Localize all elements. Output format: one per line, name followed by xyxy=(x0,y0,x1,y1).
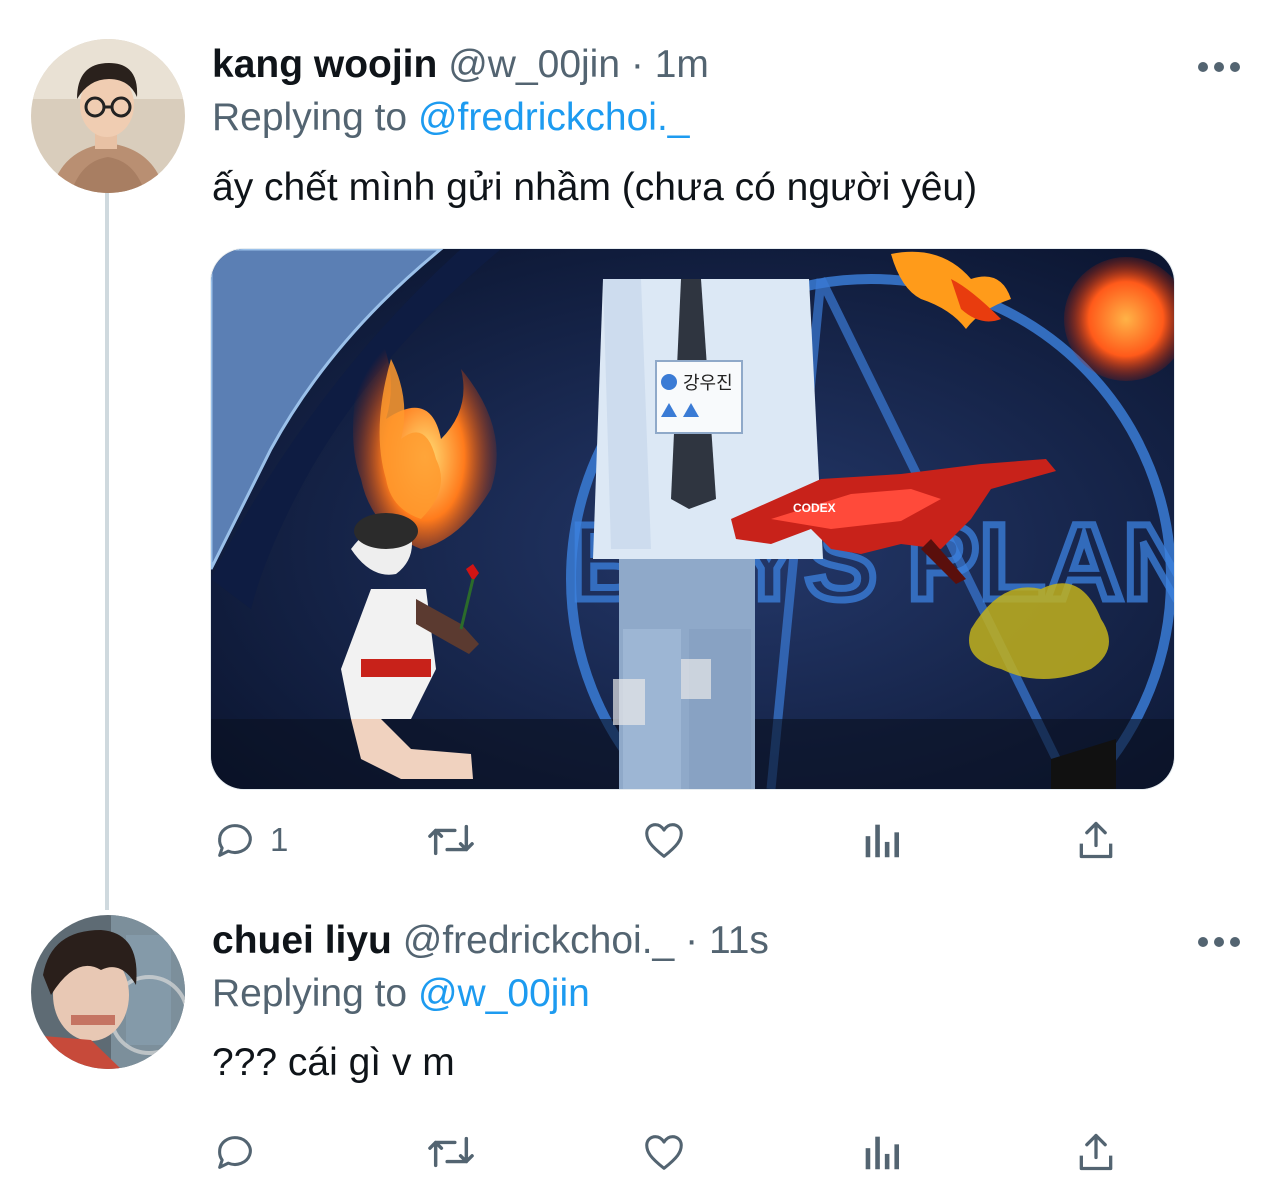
reply-button[interactable]: 1 xyxy=(212,815,288,865)
tweet-header: kang woojin @w_00jin · 1m xyxy=(212,43,709,87)
share-icon xyxy=(1079,1133,1113,1171)
tweet-kang-woojin[interactable]: kang woojin @w_00jin · 1m Replying to @f… xyxy=(0,0,1284,900)
retweet-icon xyxy=(428,824,474,856)
retweet-button[interactable] xyxy=(424,815,478,865)
like-icon xyxy=(645,823,683,858)
separator: · xyxy=(630,43,644,86)
reply-button[interactable] xyxy=(212,1127,270,1177)
tweet-text: ấy chết mình gửi nhầm (chưa có người yêu… xyxy=(212,166,978,209)
name-badge-text: 강우진 xyxy=(683,373,733,394)
user-handle[interactable]: @fredrickchoi._ xyxy=(403,919,675,962)
replying-to-line: Replying to @w_00jin xyxy=(212,972,590,1016)
replying-label: Replying to xyxy=(212,972,408,1015)
views-icon xyxy=(865,1136,900,1170)
views-button[interactable] xyxy=(860,1127,902,1177)
display-name[interactable]: kang woojin xyxy=(212,43,437,86)
reply-icon xyxy=(218,824,252,857)
tweet-actions xyxy=(212,1127,1162,1177)
replying-label: Replying to xyxy=(212,96,408,139)
avatar[interactable] xyxy=(31,915,185,1069)
retweet-icon xyxy=(428,1136,474,1168)
display-name[interactable]: chuei liyu xyxy=(212,919,392,962)
separator: · xyxy=(685,919,699,962)
avatar[interactable] xyxy=(31,39,185,193)
replying-to-mention[interactable]: @w_00jin xyxy=(418,972,590,1015)
replying-to-line: Replying to @fredrickchoi._ xyxy=(212,96,690,140)
replying-to-mention[interactable]: @fredrickchoi._ xyxy=(418,96,690,139)
reply-icon xyxy=(218,1136,252,1169)
tweet-actions: 1 xyxy=(212,815,1162,865)
reply-count: 1 xyxy=(270,821,289,858)
more-icon[interactable] xyxy=(1198,57,1244,77)
share-button[interactable] xyxy=(1074,815,1118,865)
user-handle[interactable]: @w_00jin xyxy=(448,43,620,86)
tweet-chuei-liyu[interactable]: chuei liyu @fredrickchoi._ · 11s Replyin… xyxy=(0,900,1284,1195)
like-button[interactable] xyxy=(640,815,688,865)
share-button[interactable] xyxy=(1074,1127,1118,1177)
views-button[interactable] xyxy=(860,815,902,865)
more-icon[interactable] xyxy=(1198,932,1244,952)
weapon-sticker-text: CODEX xyxy=(793,501,836,515)
tweet-text: ??? cái gì v m xyxy=(212,1041,455,1084)
like-button[interactable] xyxy=(640,1127,688,1177)
timestamp[interactable]: 11s xyxy=(709,919,769,962)
like-icon xyxy=(645,1135,683,1170)
share-icon xyxy=(1079,821,1113,859)
timestamp[interactable]: 1m xyxy=(655,43,709,86)
retweet-button[interactable] xyxy=(424,1127,478,1177)
tweet-media-image[interactable]: BOYS PLANET 강우진 xyxy=(210,248,1175,790)
views-icon xyxy=(865,824,900,858)
tweet-header: chuei liyu @fredrickchoi._ · 11s xyxy=(212,919,769,963)
